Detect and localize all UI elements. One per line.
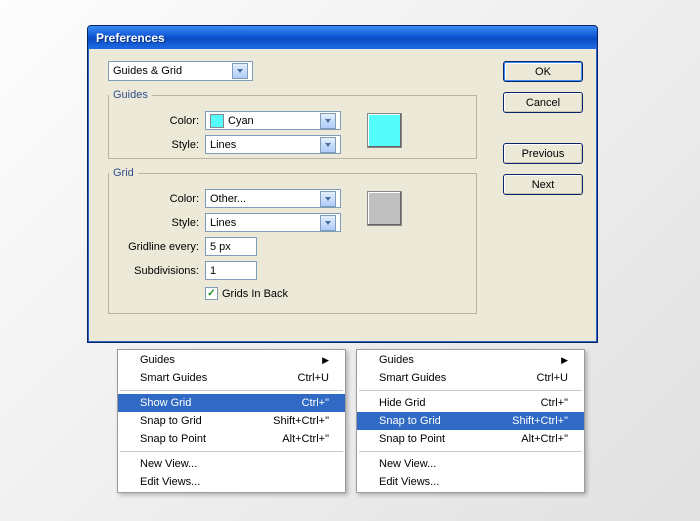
menu-item-accel: Shift+Ctrl+" <box>512 415 568 427</box>
grid-color-select[interactable]: Other... <box>205 189 341 208</box>
guides-fieldset: Guides Color: Cyan Style: Lines <box>108 89 477 159</box>
guides-style-label: Style: <box>109 139 199 151</box>
grid-legend: Grid <box>109 167 138 179</box>
view-menu-right: Guides ▶ Smart Guides Ctrl+U Hide Grid Ctrl+"… <box>356 349 585 493</box>
menu-separator <box>359 451 582 452</box>
menu-item-label: Snap to Grid <box>140 415 202 427</box>
chevron-down-icon[interactable] <box>320 191 336 207</box>
guides-color-value: Cyan <box>228 115 254 127</box>
menu-item-label: Snap to Point <box>140 433 206 445</box>
menu-item[interactable]: Show Grid Ctrl+" <box>118 394 345 412</box>
menu-item[interactable]: Snap to Point Alt+Ctrl+" <box>357 430 584 448</box>
menu-item-label: Guides <box>140 354 175 366</box>
menu-item[interactable]: Hide Grid Ctrl+" <box>357 394 584 412</box>
grids-in-back-checkbox[interactable]: ✓ Grids In Back <box>205 287 288 300</box>
guides-color-swatch[interactable] <box>367 113 402 148</box>
guides-color-select[interactable]: Cyan <box>205 111 341 130</box>
menu-item[interactable]: Smart Guides Ctrl+U <box>357 369 584 387</box>
menu-item-label: Edit Views... <box>379 476 439 488</box>
grid-color-value: Other... <box>210 193 246 205</box>
subdivisions-label: Subdivisions: <box>109 265 199 277</box>
guides-legend: Guides <box>109 89 152 101</box>
grid-color-swatch[interactable] <box>367 191 402 226</box>
menu-item-label: New View... <box>140 458 197 470</box>
menu-item[interactable]: Guides ▶ <box>357 351 584 369</box>
guides-style-value: Lines <box>210 139 236 151</box>
guides-color-label: Color: <box>109 115 199 127</box>
subdivisions-input[interactable]: 1 <box>205 261 257 280</box>
submenu-arrow-icon: ▶ <box>322 355 329 366</box>
menu-separator <box>120 390 343 391</box>
grid-fieldset: Grid Color: Other... Style: Lines Gridli… <box>108 167 477 314</box>
menu-item-accel: Ctrl+U <box>298 372 329 384</box>
menu-item-label: New View... <box>379 458 436 470</box>
menu-item[interactable]: Snap to Point Alt+Ctrl+" <box>118 430 345 448</box>
color-swatch-icon <box>210 114 224 128</box>
chevron-down-icon[interactable] <box>320 113 336 129</box>
menu-item-label: Snap to Point <box>379 433 445 445</box>
previous-button[interactable]: Previous <box>503 143 583 164</box>
grid-style-select[interactable]: Lines <box>205 213 341 232</box>
dialog-client: Guides & Grid Guides Color: Cyan Style: … <box>88 49 597 342</box>
menu-item[interactable]: Snap to Grid Shift+Ctrl+" <box>118 412 345 430</box>
button-column: OK Cancel Previous Next <box>503 61 583 195</box>
chevron-down-icon[interactable] <box>232 63 248 79</box>
menu-item-label: Edit Views... <box>140 476 200 488</box>
menu-separator <box>120 451 343 452</box>
menu-item-accel: Ctrl+" <box>302 397 329 409</box>
guides-style-select[interactable]: Lines <box>205 135 341 154</box>
chevron-down-icon[interactable] <box>320 137 336 153</box>
menu-item[interactable]: New View... <box>357 455 584 473</box>
grid-style-label: Style: <box>109 217 199 229</box>
menu-item-accel: Shift+Ctrl+" <box>273 415 329 427</box>
ok-button[interactable]: OK <box>503 61 583 82</box>
menu-item[interactable]: New View... <box>118 455 345 473</box>
checkbox-checked-icon: ✓ <box>205 287 218 300</box>
chevron-down-icon[interactable] <box>320 215 336 231</box>
menu-item[interactable]: Edit Views... <box>118 473 345 491</box>
menu-item-label: Smart Guides <box>379 372 446 384</box>
cancel-button[interactable]: Cancel <box>503 92 583 113</box>
menu-item-accel: Ctrl+U <box>537 372 568 384</box>
category-select[interactable]: Guides & Grid <box>108 61 253 81</box>
gridline-every-input[interactable]: 5 px <box>205 237 257 256</box>
menu-item-label: Hide Grid <box>379 397 425 409</box>
view-menu-left: Guides ▶ Smart Guides Ctrl+U Show Grid Ctrl+"… <box>117 349 346 493</box>
grids-in-back-label: Grids In Back <box>222 288 288 300</box>
menu-item[interactable]: Guides ▶ <box>118 351 345 369</box>
titlebar[interactable]: Preferences <box>88 26 597 49</box>
menu-item-accel: Alt+Ctrl+" <box>282 433 329 445</box>
dialog-title: Preferences <box>96 31 165 45</box>
submenu-arrow-icon: ▶ <box>561 355 568 366</box>
menu-item-accel: Alt+Ctrl+" <box>521 433 568 445</box>
menu-item-accel: Ctrl+" <box>541 397 568 409</box>
grid-style-value: Lines <box>210 217 236 229</box>
menu-item-label: Guides <box>379 354 414 366</box>
menu-item-label: Snap to Grid <box>379 415 441 427</box>
menu-item[interactable]: Edit Views... <box>357 473 584 491</box>
preferences-dialog: Preferences Guides & Grid Guides Color: … <box>87 25 598 343</box>
menu-item[interactable]: Smart Guides Ctrl+U <box>118 369 345 387</box>
menu-item-label: Show Grid <box>140 397 191 409</box>
next-button[interactable]: Next <box>503 174 583 195</box>
gridline-every-label: Gridline every: <box>109 241 199 253</box>
grid-color-label: Color: <box>109 193 199 205</box>
menu-item-label: Smart Guides <box>140 372 207 384</box>
menu-item[interactable]: Snap to Grid Shift+Ctrl+" <box>357 412 584 430</box>
category-value: Guides & Grid <box>113 65 182 77</box>
menu-separator <box>359 390 582 391</box>
